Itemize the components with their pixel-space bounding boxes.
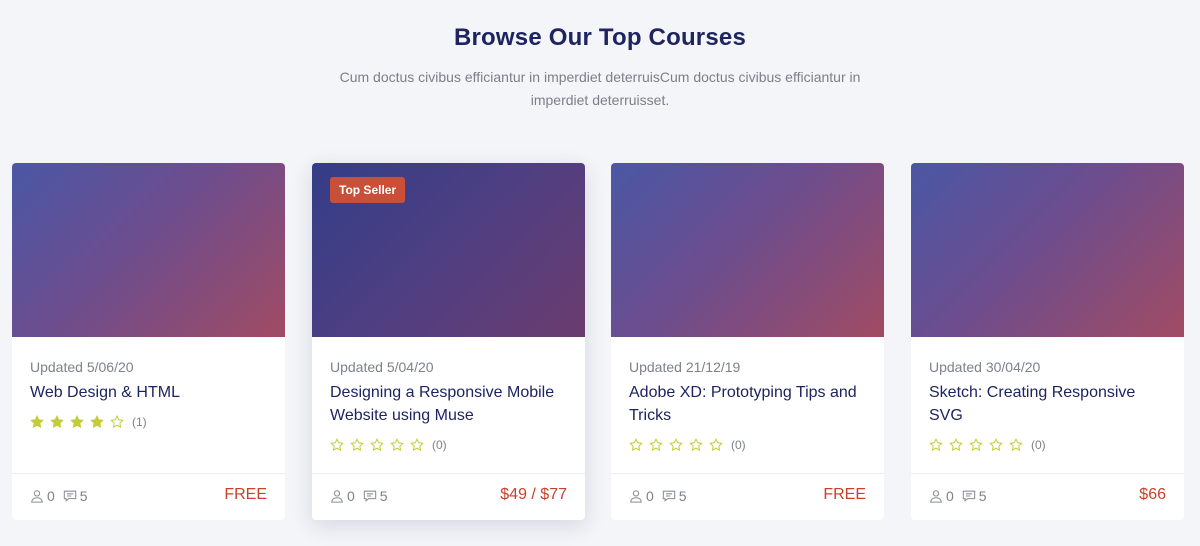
rating-count: (1) (132, 415, 147, 429)
course-title[interactable]: Web Design & HTML (30, 381, 270, 404)
card-divider (611, 473, 884, 474)
user-icon (629, 489, 643, 503)
students-count: 0 (646, 488, 654, 504)
star-icon (1009, 438, 1023, 452)
user-icon (929, 489, 943, 503)
section-title: Browse Our Top Courses (453, 24, 746, 51)
course-updated-date: Updated 5/06/20 (30, 359, 134, 375)
star-icon (90, 415, 104, 429)
course-updated-date: Updated 5/04/20 (330, 359, 434, 375)
comment-icon (63, 489, 77, 503)
course-rating: (0) (929, 438, 1046, 452)
course-thumbnail[interactable] (911, 163, 1184, 337)
star-icon (410, 438, 424, 452)
star-icon (330, 438, 344, 452)
comments-count: 5 (978, 488, 987, 504)
course-meta: 0 5 (929, 488, 995, 504)
students-count: 0 (946, 488, 954, 504)
comment-icon (363, 489, 377, 503)
star-icon (969, 438, 983, 452)
course-meta: 0 5 (629, 488, 695, 504)
course-thumbnail[interactable] (611, 163, 884, 337)
comments-count: 5 (379, 488, 388, 504)
star-icon (629, 438, 643, 452)
star-icon (949, 438, 963, 452)
star-icon (689, 438, 703, 452)
star-icon (110, 415, 124, 429)
top-seller-badge: Top Seller (330, 177, 406, 203)
course-meta: 0 5 (30, 488, 96, 504)
course-meta: 0 5 (330, 488, 396, 504)
card-divider (12, 473, 285, 474)
course-card[interactable]: Updated 5/06/20 Web Design & HTML (1) 0 … (12, 163, 285, 520)
course-card[interactable]: Updated 21/12/19 Adobe XD: Prototyping T… (611, 163, 884, 520)
course-rating: (0) (629, 438, 746, 452)
comment-icon (962, 489, 976, 503)
course-title[interactable]: Sketch: Creating Responsive SVG (929, 381, 1169, 427)
star-icon (30, 415, 44, 429)
star-icon (390, 438, 404, 452)
user-icon (330, 489, 344, 503)
star-icon (370, 438, 384, 452)
comments-count: 5 (79, 488, 88, 504)
course-rating: (0) (330, 438, 447, 452)
rating-count: (0) (1031, 438, 1046, 452)
star-icon (669, 438, 683, 452)
star-icon (350, 438, 364, 452)
star-icon (709, 438, 723, 452)
course-price: FREE (823, 486, 866, 503)
students-count: 0 (47, 488, 55, 504)
course-price: $49 / $77 (500, 486, 567, 503)
course-updated-date: Updated 30/04/20 (929, 359, 1041, 375)
user-icon (30, 489, 44, 503)
card-divider (911, 473, 1184, 474)
course-card[interactable]: Top Seller Updated 5/04/20 Designing a R… (312, 163, 585, 520)
rating-count: (0) (731, 438, 746, 452)
course-thumbnail[interactable] (12, 163, 285, 337)
star-icon (929, 438, 943, 452)
star-icon (70, 415, 84, 429)
course-price: $66 (1139, 486, 1166, 503)
star-icon (649, 438, 663, 452)
star-icon (50, 415, 64, 429)
course-rating: (1) (30, 415, 147, 429)
rating-count: (0) (432, 438, 447, 452)
course-price: FREE (224, 486, 267, 503)
comment-icon (662, 489, 676, 503)
section-subtitle: Cum doctus civibus efficiantur in imperd… (339, 69, 861, 108)
star-icon (989, 438, 1003, 452)
course-card[interactable]: Updated 30/04/20 Sketch: Creating Respon… (911, 163, 1184, 520)
card-divider (312, 473, 585, 474)
course-title[interactable]: Designing a Responsive Mobile Website us… (330, 381, 570, 427)
course-title[interactable]: Adobe XD: Prototyping Tips and Tricks (629, 381, 869, 427)
comments-count: 5 (678, 488, 687, 504)
course-updated-date: Updated 21/12/19 (629, 359, 741, 375)
students-count: 0 (347, 488, 355, 504)
